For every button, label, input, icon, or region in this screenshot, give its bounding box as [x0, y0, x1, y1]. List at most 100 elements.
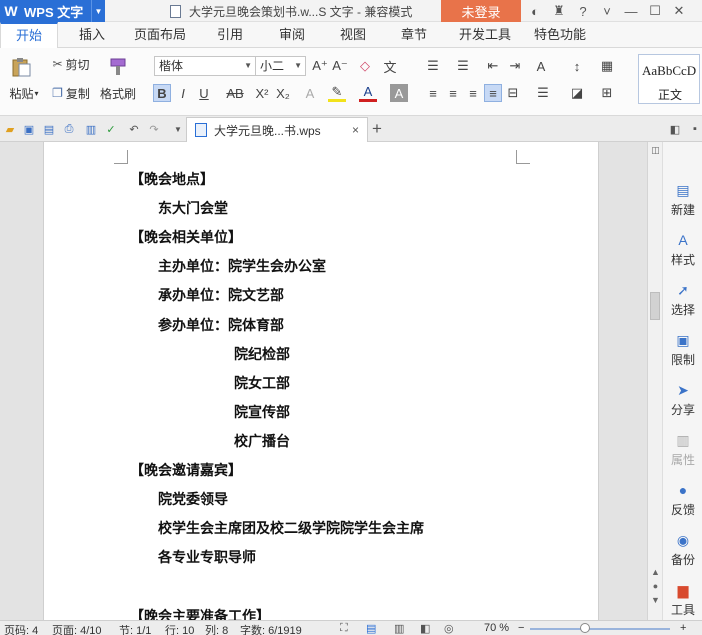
copy-button[interactable]: ❐ 复制 [48, 85, 94, 101]
increase-indent-icon[interactable]: ⇥ [506, 57, 524, 75]
numbered-list-icon[interactable]: ☰ [454, 57, 472, 75]
task-restrict[interactable]: ▣ 限制 [663, 332, 702, 368]
web-view-icon[interactable]: ◧ [420, 622, 430, 635]
underline-icon[interactable]: U [195, 84, 213, 102]
undo-icon[interactable]: ↶ [127, 122, 141, 136]
zoom-in-icon[interactable]: + [680, 622, 686, 634]
shirt-icon[interactable]: ♜ [547, 3, 571, 19]
bullet-list-icon[interactable]: ☰ [424, 57, 442, 75]
justify-icon[interactable]: ≡ [484, 84, 502, 102]
grow-font-icon[interactable]: A⁺ [311, 57, 329, 75]
prev-page-icon[interactable]: ▲ [648, 567, 663, 577]
shrink-font-icon[interactable]: A⁻ [331, 57, 349, 75]
zoom-out-icon[interactable]: − [518, 622, 524, 634]
outline-view-icon[interactable]: ▥ [394, 622, 404, 635]
login-button[interactable]: 未登录 [441, 0, 521, 22]
tab-home[interactable]: 开始 [0, 22, 58, 49]
pane-menu-icon[interactable]: ▪ [688, 122, 702, 136]
toolbox-icon: ▆ [677, 582, 689, 598]
chevron-down-icon[interactable]: ▼ [171, 122, 185, 136]
tab-view[interactable]: 视图 [333, 22, 373, 48]
line-spacing-icon[interactable]: ☰ [534, 84, 552, 102]
format-painter-button[interactable]: 格式刷 [98, 85, 138, 101]
paste-icon[interactable] [6, 54, 36, 80]
document-page[interactable]: 【晚会地点】 东大门会堂 【晚会相关单位】 主办单位：院学生会办公室 承办单位：… [43, 142, 599, 620]
eye-protection-icon[interactable]: ◎ [444, 622, 454, 635]
align-center-icon[interactable]: ≡ [444, 84, 462, 102]
distributed-icon[interactable]: ⊟ [504, 84, 522, 102]
skin-icon[interactable]: ◐ [523, 4, 547, 19]
decrease-indent-icon[interactable]: ⇤ [484, 57, 502, 75]
task-share[interactable]: ➤ 分享 [663, 382, 702, 418]
print-icon[interactable]: ⎙ [62, 122, 76, 136]
open-folder-icon[interactable]: ▰ [3, 122, 17, 136]
next-page-icon[interactable]: ▼ [648, 595, 663, 605]
check-icon[interactable]: ✓ [104, 122, 118, 136]
print-preview-icon[interactable]: ▥ [84, 122, 98, 136]
subscript-icon[interactable]: X₂ [274, 84, 292, 102]
table-icon[interactable]: ▦ [598, 57, 616, 75]
tab-references[interactable]: 引用 [210, 22, 250, 48]
tab-special-features[interactable]: 特色功能 [530, 22, 590, 48]
highlight-icon[interactable]: ✎ [328, 84, 346, 102]
backup-icon: ◉ [676, 532, 690, 548]
align-right-icon[interactable]: ≡ [464, 84, 482, 102]
font-color-icon[interactable]: A [359, 84, 377, 102]
phonetic-guide-icon[interactable]: 文 [381, 57, 399, 75]
paste-button[interactable]: 粘贴 ▾ [4, 85, 44, 101]
task-properties[interactable]: ▥ 属性 [663, 432, 702, 468]
vertical-scrollbar[interactable]: ◫ ▲ ● ▼ [647, 142, 662, 620]
strikethrough-icon[interactable]: AB [224, 84, 246, 102]
task-new[interactable]: ▤ 新建 [663, 182, 702, 218]
save-icon[interactable]: ▣ [22, 122, 36, 136]
chevron-down-icon[interactable]: ˅ [595, 4, 619, 19]
clear-format-icon[interactable]: ◇ [356, 57, 374, 75]
page-view-icon[interactable]: ▤ [366, 622, 376, 635]
new-tab-icon[interactable]: + [372, 119, 382, 139]
cut-button[interactable]: ✂ 剪切 [48, 56, 94, 72]
zoom-slider[interactable] [530, 628, 670, 630]
zoom-slider-thumb[interactable] [580, 623, 590, 633]
close-icon[interactable]: ✕ [667, 3, 691, 19]
scrollbar-thumb[interactable] [650, 292, 660, 320]
restore-pane-icon[interactable]: ◧ [668, 122, 682, 136]
maximize-icon[interactable]: ☐ [643, 3, 667, 19]
redo-icon[interactable]: ↷ [147, 122, 161, 136]
style-gallery[interactable]: AaBbCcD 正文 [638, 54, 700, 104]
tab-page-layout[interactable]: 页面布局 [130, 22, 190, 48]
chevron-down-icon[interactable]: ▼ [91, 0, 105, 22]
task-backup[interactable]: ◉ 备份 [663, 532, 702, 568]
char-shading-icon[interactable]: A [390, 84, 408, 102]
export-pdf-icon[interactable]: ▤ [42, 122, 56, 136]
task-feedback[interactable]: ● 反馈 [663, 482, 702, 518]
full-screen-icon[interactable]: ⛶ [340, 622, 348, 635]
task-styles[interactable]: A 样式 [663, 232, 702, 268]
superscript-icon[interactable]: X² [253, 84, 271, 102]
split-view-icon[interactable]: ◫ [648, 145, 663, 156]
italic-icon[interactable]: I [174, 84, 192, 102]
tab-chapter[interactable]: 章节 [394, 22, 434, 48]
font-name-select[interactable]: 楷体 ▼ [154, 56, 256, 76]
tab-developer[interactable]: 开发工具 [455, 22, 515, 48]
borders-icon[interactable]: ⊞ [598, 84, 616, 102]
bold-icon[interactable]: B [153, 84, 171, 102]
text-effect-icon[interactable]: A [301, 84, 319, 102]
tab-review[interactable]: 审阅 [272, 22, 312, 48]
status-word-count[interactable]: 字数: 6/1919 [240, 622, 302, 635]
app-menu-button[interactable]: W WPS 文字 ▼ [0, 0, 105, 22]
document-tab[interactable]: 大学元旦晚...书.wps × [186, 117, 368, 142]
font-size-select[interactable]: 小二 ▼ [255, 56, 306, 76]
format-painter-icon[interactable] [103, 54, 133, 80]
shading-icon[interactable]: ◪ [568, 84, 586, 102]
align-left-icon[interactable]: ≡ [424, 84, 442, 102]
minimize-icon[interactable]: — [619, 4, 643, 19]
task-select[interactable]: ➚ 选择 [663, 282, 702, 318]
text-direction-icon[interactable]: A [532, 57, 550, 75]
help-icon[interactable]: ? [571, 4, 595, 19]
select-browse-icon[interactable]: ● [648, 581, 663, 591]
zoom-level[interactable]: 70 % [484, 622, 509, 634]
close-icon[interactable]: × [352, 123, 359, 137]
sort-icon[interactable]: ↕ [568, 57, 586, 75]
tab-insert[interactable]: 插入 [72, 22, 112, 48]
task-tools[interactable]: ▆ 工具 [663, 582, 702, 618]
